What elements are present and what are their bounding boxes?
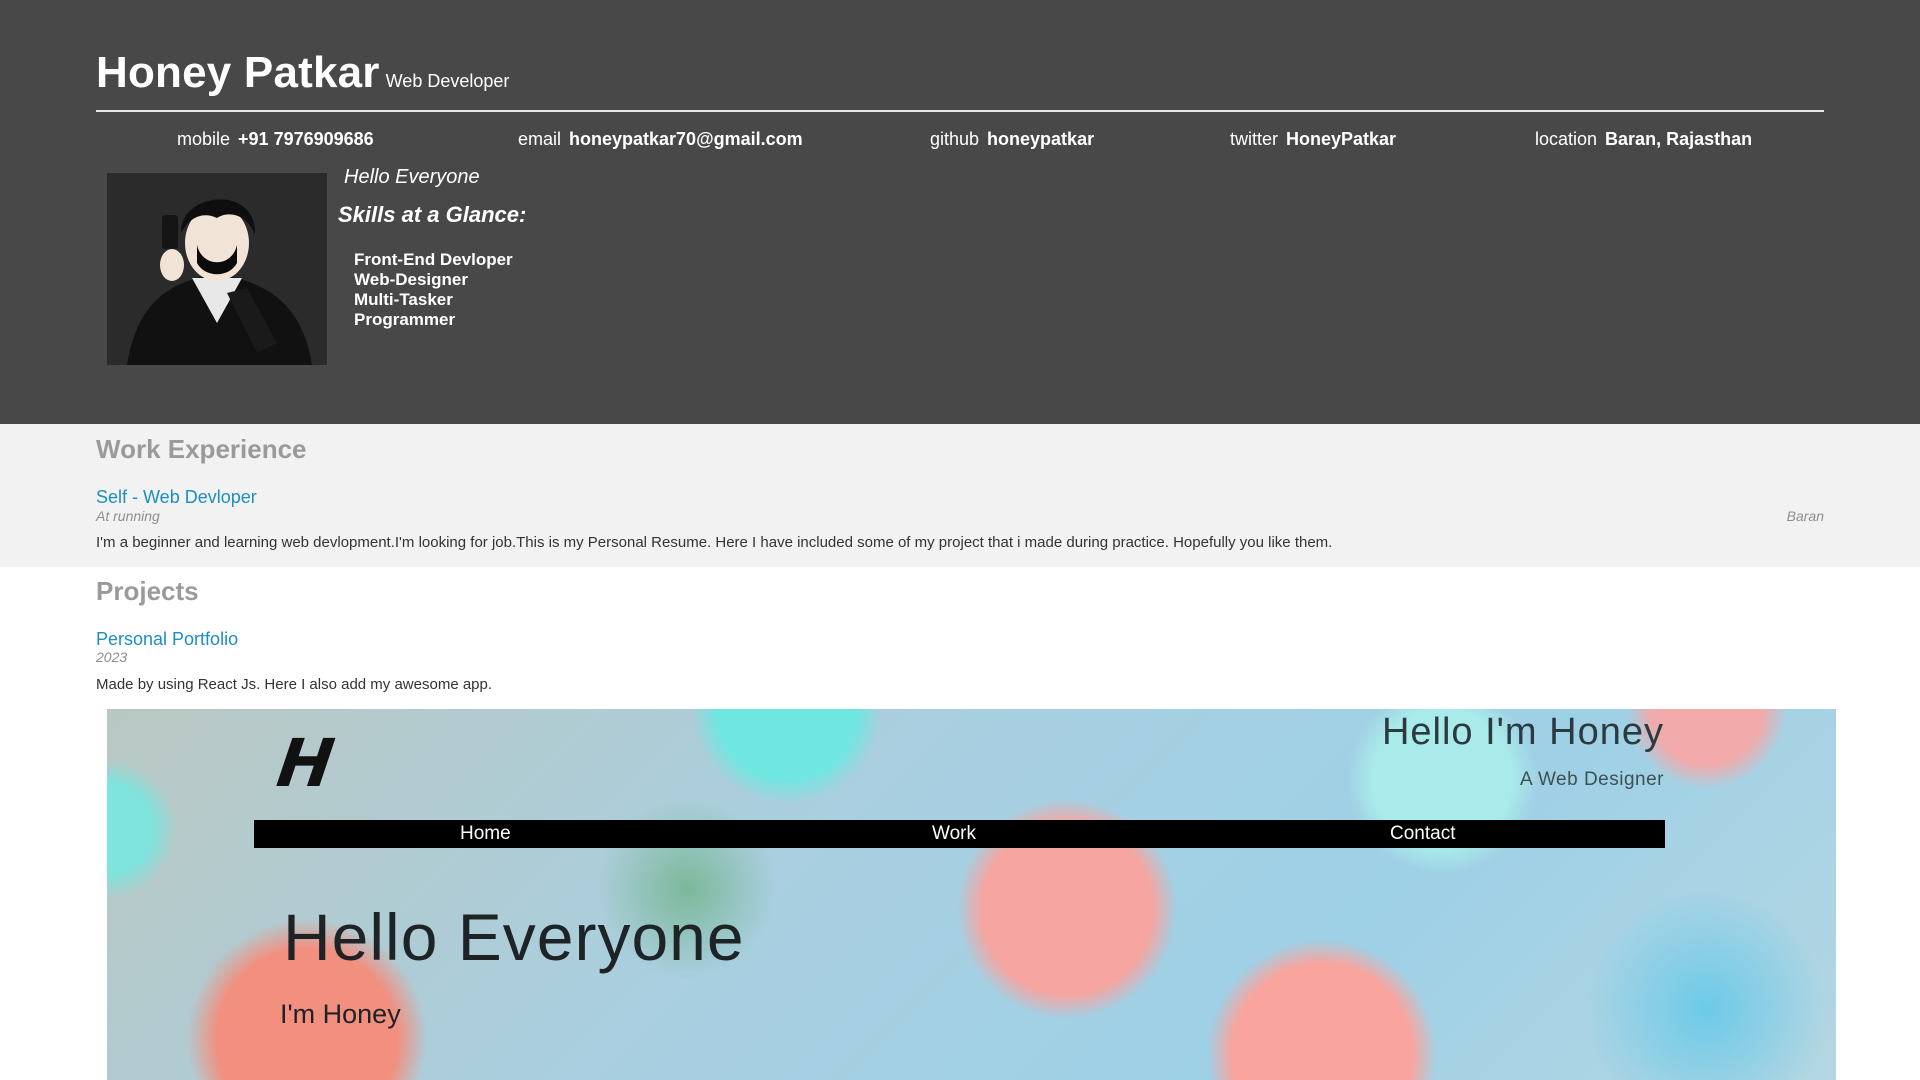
preview-nav-home[interactable]: Home	[460, 823, 511, 845]
contact-value: Baran, Rajasthan	[1605, 129, 1753, 149]
contact-value[interactable]: HoneyPatkar	[1286, 129, 1396, 149]
preview-subheadline: I'm Honey	[280, 999, 401, 1029]
resume-header: Honey Patkar Web Developer mobile +91 797…	[0, 0, 1920, 424]
person-role: Web Developer	[385, 71, 510, 91]
greeting-text: Hello Everyone	[344, 166, 480, 188]
section-title-projects: Projects	[96, 576, 199, 606]
project-screenshot[interactable]: H Hello I'm Honey A Web Designer Home Wo…	[107, 709, 1836, 1080]
job-location: Baran	[1786, 508, 1824, 524]
skills-list: Front-End Devloper Web-Designer Multi-Ta…	[354, 250, 513, 330]
contact-twitter: twitter HoneyPatkar	[1230, 129, 1396, 150]
contact-bar: mobile +91 7976909686 email honeypatkar70@…	[96, 129, 1824, 155]
contact-label: location	[1535, 129, 1598, 149]
contact-github: github honeypatkar	[930, 129, 1094, 150]
person-name: Honey Patkar	[96, 48, 380, 97]
preview-headline: Hello Everyone	[283, 900, 745, 974]
skill-item: Front-End Devloper	[354, 250, 513, 269]
preview-logo: H	[272, 725, 339, 802]
header-divider	[96, 110, 1824, 112]
contact-mobile: mobile +91 7976909686	[177, 129, 374, 150]
skills-heading: Skills at a Glance:	[338, 202, 527, 227]
job-description: I'm a beginner and learning web devlopme…	[96, 534, 1333, 551]
contact-label: email	[518, 129, 562, 149]
contact-label: twitter	[1230, 129, 1279, 149]
preview-navbar: Home Work Contact	[254, 820, 1665, 848]
job-status: At running	[96, 508, 160, 524]
contact-value[interactable]: honeypatkar70@gmail.com	[569, 129, 803, 149]
contact-location: location Baran, Rajasthan	[1535, 129, 1752, 150]
name-row: Honey Patkar Web Developer	[96, 48, 509, 98]
project-description: Made by using React Js. Here I also add …	[96, 676, 493, 693]
avatar-illustration	[107, 173, 327, 365]
section-title-work: Work Experience	[96, 434, 307, 464]
skill-item: Programmer	[354, 310, 456, 329]
preview-hero-subtitle: A Web Designer	[1520, 769, 1664, 790]
skill-item: Multi-Tasker	[354, 290, 453, 309]
work-experience-section: Work Experience Self - Web Devloper At r…	[0, 424, 1920, 567]
preview-nav-contact[interactable]: Contact	[1390, 823, 1455, 845]
avatar	[107, 173, 327, 365]
contact-email: email honeypatkar70@gmail.com	[518, 129, 803, 150]
contact-label: github	[930, 129, 980, 149]
job-title-link[interactable]: Self - Web Devloper	[96, 487, 257, 508]
skill-item: Web-Designer	[354, 270, 468, 289]
preview-nav-work[interactable]: Work	[932, 823, 976, 845]
contact-label: mobile	[177, 129, 231, 149]
contact-value[interactable]: honeypatkar	[987, 129, 1094, 149]
project-title-link[interactable]: Personal Portfolio	[96, 629, 238, 650]
contact-value[interactable]: +91 7976909686	[238, 129, 374, 149]
preview-hero-name: Hello I'm Honey	[1381, 711, 1664, 753]
project-year: 2023	[96, 649, 128, 665]
